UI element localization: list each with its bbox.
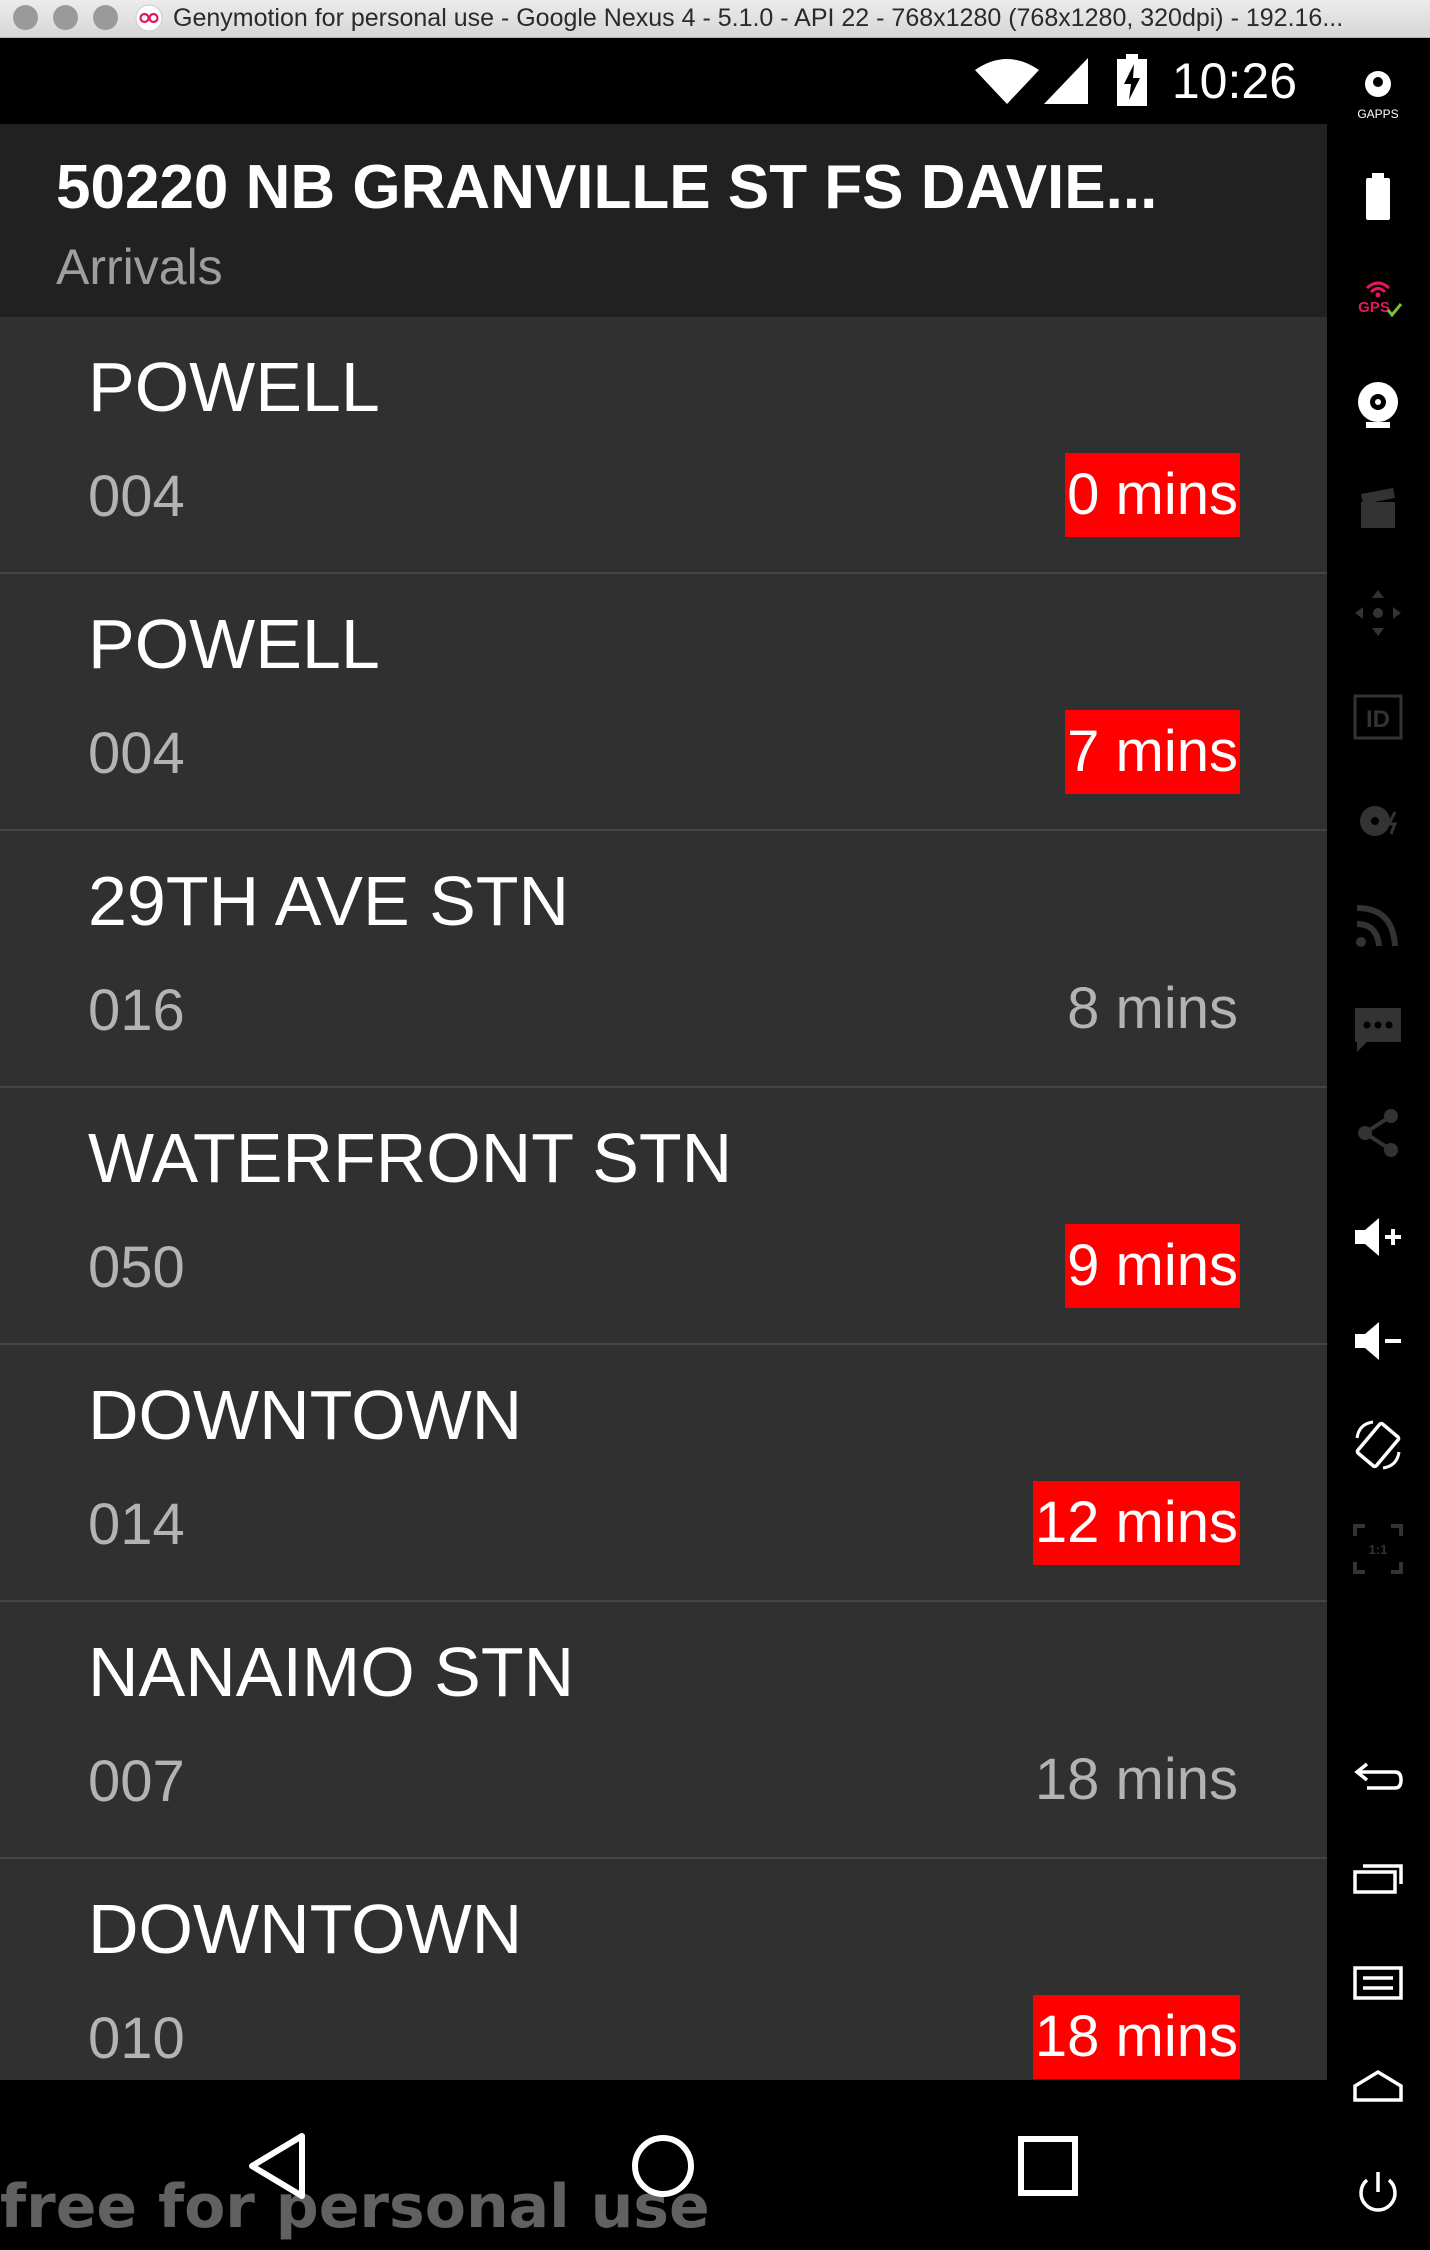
route-number: 004 <box>88 721 185 786</box>
volume-up-icon[interactable] <box>1351 1210 1405 1264</box>
recents-icon[interactable] <box>1351 1854 1405 1908</box>
close-window-button[interactable] <box>13 5 38 30</box>
destination-label: WATERFRONT STN <box>88 1119 733 1197</box>
menu-icon[interactable] <box>1351 1958 1405 2012</box>
status-clock: 10:26 <box>1171 53 1297 109</box>
eta-label: 0 mins <box>1065 453 1240 537</box>
svg-text:ID: ID <box>1366 706 1390 733</box>
route-number: 007 <box>88 1749 185 1814</box>
genymotion-logo-icon <box>135 4 163 32</box>
destination-label: POWELL <box>88 605 380 683</box>
svg-text:GPS: GPS <box>1358 299 1390 316</box>
battery-charging-icon <box>1117 54 1147 106</box>
action-bar: 50220 NB GRANVILLE ST FS DAVIE... Arriva… <box>0 124 1327 317</box>
gapps-icon[interactable]: GAPPS <box>1351 66 1405 120</box>
volume-down-icon[interactable] <box>1351 1314 1405 1368</box>
list-item[interactable]: DOWNTOWN 010 18 mins <box>0 1859 1327 2080</box>
list-item[interactable]: DOWNTOWN 014 12 mins <box>0 1345 1327 1602</box>
destination-label: NANAIMO STN <box>88 1633 575 1711</box>
arrivals-list[interactable]: POWELL 004 0 mins POWELL 004 7 mins 29TH… <box>0 317 1327 2080</box>
screencast-icon[interactable] <box>1351 482 1405 536</box>
eta-label: 8 mins <box>1067 976 1238 1041</box>
list-item[interactable]: POWELL 004 7 mins <box>0 574 1327 831</box>
signal-icon <box>1044 58 1088 104</box>
list-item[interactable]: 29TH AVE STN 016 8 mins <box>0 831 1327 1088</box>
genymotion-sidebar: GAPPS GPS ID 1:1 <box>1327 38 1430 2250</box>
stop-subtitle: Arrivals <box>56 239 223 295</box>
wifi-icon <box>975 59 1039 104</box>
rotate-icon[interactable] <box>1351 1418 1405 1472</box>
share-icon[interactable] <box>1351 1106 1405 1160</box>
back-icon[interactable] <box>1351 1750 1405 1804</box>
svg-text:GAPPS: GAPPS <box>1357 107 1398 120</box>
route-number: 016 <box>88 978 185 1043</box>
eta-label: 18 mins <box>1034 1747 1238 1812</box>
window-title: Genymotion for personal use - Google Nex… <box>173 4 1344 32</box>
list-item[interactable]: POWELL 004 0 mins <box>0 317 1327 574</box>
battery-icon[interactable] <box>1351 170 1405 224</box>
route-number: 010 <box>88 2006 185 2071</box>
minimize-window-button[interactable] <box>53 5 78 30</box>
window-title-bar: Genymotion for personal use - Google Nex… <box>0 0 1430 38</box>
list-item[interactable]: WATERFRONT STN 050 9 mins <box>0 1088 1327 1345</box>
eta-label: 12 mins <box>1032 1481 1240 1565</box>
sms-icon[interactable] <box>1351 1002 1405 1056</box>
watermark-text: free for personal use <box>0 2172 710 2242</box>
webcam-icon[interactable] <box>1351 378 1405 432</box>
destination-label: POWELL <box>88 348 380 426</box>
power-icon[interactable] <box>1351 2166 1405 2220</box>
home-icon[interactable] <box>1351 2062 1405 2116</box>
destination-label: 29TH AVE STN <box>88 862 570 940</box>
dpad-icon[interactable] <box>1351 586 1405 640</box>
destination-label: DOWNTOWN <box>88 1376 523 1454</box>
scale-icon[interactable]: 1:1 <box>1351 1522 1405 1576</box>
route-number: 014 <box>88 1492 185 1557</box>
svg-text:1:1: 1:1 <box>1369 1542 1388 1557</box>
recents-icon[interactable] <box>1010 2128 1086 2204</box>
status-bar: 10:26 <box>0 38 1327 124</box>
gps-icon[interactable]: GPS <box>1351 274 1405 328</box>
eta-label: 7 mins <box>1065 710 1240 794</box>
disk-icon[interactable] <box>1351 794 1405 848</box>
zoom-window-button[interactable] <box>93 5 118 30</box>
rss-icon[interactable] <box>1351 898 1405 952</box>
stop-title: 50220 NB GRANVILLE ST FS DAVIE... <box>56 153 1158 222</box>
destination-label: DOWNTOWN <box>88 1890 523 1968</box>
device-id-icon[interactable]: ID <box>1351 690 1405 744</box>
route-number: 050 <box>88 1235 185 1300</box>
eta-label: 18 mins <box>1032 1995 1240 2079</box>
list-item[interactable]: NANAIMO STN 007 18 mins <box>0 1602 1327 1859</box>
route-number: 004 <box>88 464 185 529</box>
eta-label: 9 mins <box>1065 1224 1240 1308</box>
